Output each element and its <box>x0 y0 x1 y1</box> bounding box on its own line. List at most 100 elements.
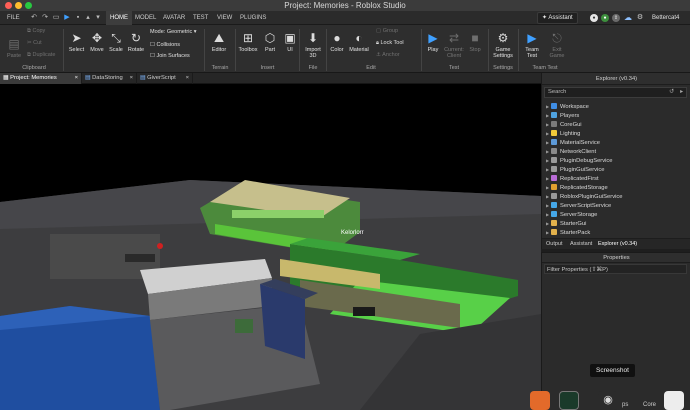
tab-project-memories[interactable]: ▦ Project: Memories × <box>0 73 82 84</box>
collisions-toggle[interactable]: ☐ Collisions <box>150 42 180 48</box>
explorer-item[interactable]: ▶ RobloxPluginGuiService <box>546 192 623 201</box>
roblox-studio-icon[interactable] <box>664 391 684 410</box>
separator <box>518 29 519 71</box>
explorer-item[interactable]: ▶ ServerScriptService <box>546 201 611 210</box>
explorer-item[interactable]: ▶ StarterPack <box>546 228 590 237</box>
collaborator-icon[interactable]: ● <box>601 14 609 22</box>
tab-output[interactable]: Output <box>546 239 563 250</box>
explorer-item[interactable]: ▶ PluginDebugService <box>546 156 613 165</box>
explorer-search-input[interactable]: Search ↺ ▸ <box>544 87 687 98</box>
explorer-item[interactable]: ▶ Workspace <box>546 102 589 111</box>
explorer-item[interactable]: ▶ ReplicatedFirst <box>546 174 599 183</box>
title-bar: Project: Memories - Roblox Studio <box>0 0 690 11</box>
share-icon[interactable]: ⇪ <box>612 14 620 22</box>
current-client-button[interactable]: ⇄ Current: Client <box>443 31 465 59</box>
tab-home[interactable]: HOME <box>106 11 132 25</box>
play-button[interactable]: ▶ Play <box>424 31 442 53</box>
color-button[interactable]: ● Color <box>328 31 346 53</box>
rotate-label: Rotate <box>127 47 145 53</box>
tab-assistant[interactable]: Assistant <box>570 239 592 250</box>
folder-icon[interactable]: ▭ <box>52 14 60 22</box>
username[interactable]: Bettercat4 <box>652 11 679 25</box>
stop-button[interactable]: ■ Stop <box>467 31 483 53</box>
explorer-item[interactable]: ▶ CoreGui <box>546 120 582 129</box>
play-icon[interactable]: ▶ <box>63 14 71 22</box>
paste-icon: ▤ <box>8 37 20 51</box>
ui-button[interactable]: ▣ UI <box>283 31 297 53</box>
publish-icon[interactable]: ▴ <box>84 14 92 22</box>
close-icon[interactable]: × <box>186 73 189 84</box>
clipboard-group-label: Clipboard <box>22 65 46 71</box>
move-tool[interactable]: ✥ Move <box>88 31 106 53</box>
tab-explorer[interactable]: Explorer (v0.34) <box>598 239 637 250</box>
team-test-button[interactable]: ▶ Team Test <box>521 31 543 59</box>
tab-datastoring[interactable]: ▤ DataStoring × <box>82 73 137 84</box>
explorer-item[interactable]: ▶ ServerStorage <box>546 210 597 219</box>
tab-giverscript[interactable]: ▤ GiverScript × <box>137 73 193 84</box>
assistant-button[interactable]: ✦ Assistant <box>537 12 578 24</box>
undo-icon[interactable]: ↶ <box>30 14 38 22</box>
collisions-label: Collisions <box>156 42 181 48</box>
rotate-tool[interactable]: ↻ Rotate <box>126 31 146 53</box>
scale-tool[interactable]: ⤡ Scale <box>107 31 125 53</box>
save-icon[interactable]: ▪ <box>74 14 82 22</box>
mode-selector[interactable]: Mode: Geometric ▾ <box>150 29 197 35</box>
clear-icon[interactable]: ▸ <box>680 88 683 97</box>
group-button[interactable]: ▢ Group <box>376 28 398 34</box>
tab-avatar[interactable]: AVATAR <box>163 11 185 25</box>
duplicate-button[interactable]: ⧉ Duplicate <box>27 52 55 59</box>
material-button[interactable]: ◐ Material <box>347 31 371 53</box>
service-icon <box>551 130 557 136</box>
exit-game-button[interactable]: ⎋ Exit Game <box>546 31 568 59</box>
paste-button[interactable]: ▤ Paste <box>5 28 23 59</box>
explorer-item-label: Lighting <box>560 131 581 137</box>
mode-label: Mode: <box>150 29 166 35</box>
tab-model[interactable]: MODEL <box>135 11 156 25</box>
join-surfaces-toggle[interactable]: ☐ Join Surfaces <box>150 53 190 59</box>
game-settings-button[interactable]: ⚙ Game Settings <box>491 31 515 59</box>
cloud-icon[interactable]: ☁ <box>624 14 632 22</box>
history-icon[interactable]: ↺ <box>669 88 674 97</box>
lock-tool-button[interactable]: 🔒︎ Lock Tool <box>376 40 404 47</box>
explorer-item[interactable]: ▶ ReplicatedStorage <box>546 183 608 192</box>
select-tool[interactable]: ➤ Select <box>66 31 87 53</box>
ui-label: UI <box>287 47 293 53</box>
part-button[interactable]: ⬡ Part <box>261 31 279 53</box>
explorer-item[interactable]: ▶ Lighting <box>546 129 580 138</box>
tab-plugins[interactable]: PLUGINS <box>240 11 266 25</box>
service-icon <box>551 166 557 172</box>
redo-icon[interactable]: ↷ <box>41 14 49 22</box>
more-icon[interactable]: ▾ <box>94 14 102 22</box>
file-menu[interactable]: FILE <box>7 11 20 25</box>
settings-gear-icon[interactable]: ⚙ <box>636 14 644 22</box>
cut-button[interactable]: ✂ Cut <box>27 40 42 46</box>
mountain-icon: ⛰ <box>213 31 225 45</box>
tab-test[interactable]: TEST <box>193 11 208 25</box>
explorer-item[interactable]: ▶ Players <box>546 111 579 120</box>
explorer-item[interactable]: ▶ MaterialService <box>546 138 600 147</box>
copy-button[interactable]: ⧉ Copy <box>27 28 45 35</box>
filter-properties-input[interactable]: Filter Properties (⇧⌘P) <box>544 264 687 274</box>
terrain-editor-button[interactable]: ⛰ Editor <box>208 31 230 53</box>
toolbox-button[interactable]: ⊞ Toolbox <box>237 31 259 53</box>
activity-monitor-icon[interactable] <box>559 391 579 410</box>
explorer-item-label: MaterialService <box>560 140 600 146</box>
explorer-item[interactable]: ▶ PluginGuiService <box>546 165 604 174</box>
explorer-item-label: ReplicatedStorage <box>560 185 608 191</box>
close-icon[interactable]: × <box>75 73 78 84</box>
close-icon[interactable]: × <box>130 73 133 84</box>
dock-app-icon[interactable] <box>530 391 550 410</box>
explorer-item[interactable]: ▶ NetworkClient <box>546 147 596 156</box>
avatar-icon[interactable]: ● <box>590 14 598 22</box>
import-3d-button[interactable]: ⬇ Import 3D <box>302 31 324 59</box>
explorer-item[interactable]: ▶ StarterGui <box>546 219 586 228</box>
tab-view[interactable]: VIEW <box>217 11 232 25</box>
rotate-icon: ↻ <box>130 31 142 45</box>
cube-icon: ⬡ <box>264 31 276 45</box>
toolbox-label: Toolbox <box>238 47 258 53</box>
service-icon <box>551 184 557 190</box>
screenshot-app-icon[interactable]: ◉ <box>598 391 618 410</box>
exit-icon: ⎋ <box>552 31 562 45</box>
anchor-button[interactable]: ⚓︎ Anchor <box>376 52 400 58</box>
3d-viewport[interactable]: Kelorlorr <box>0 84 541 410</box>
